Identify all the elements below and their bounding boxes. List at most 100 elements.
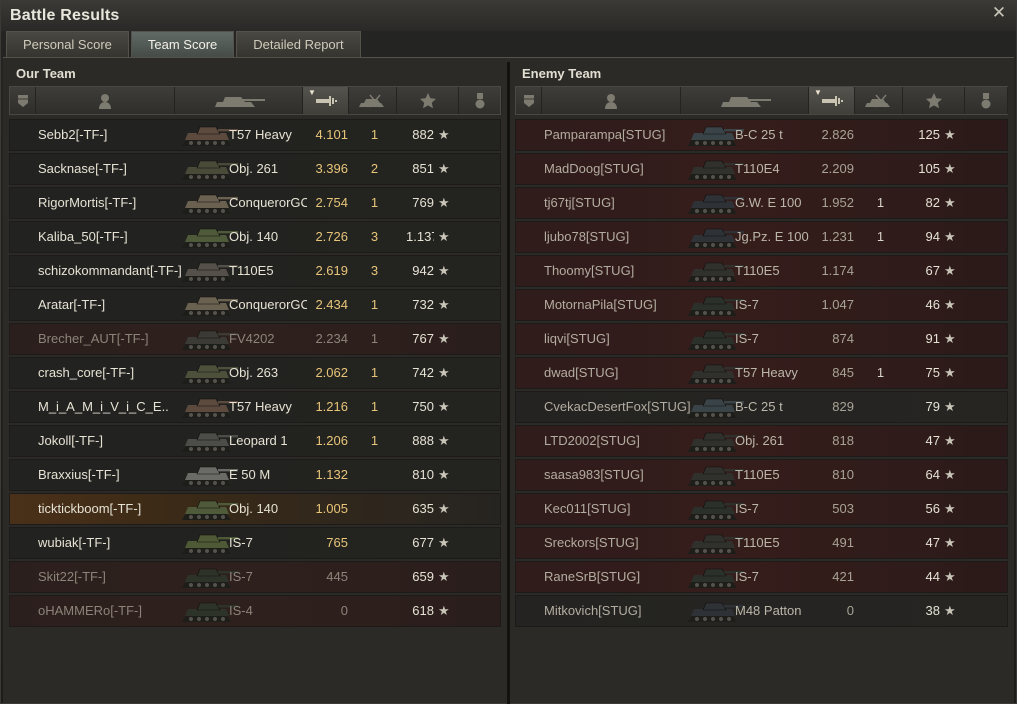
player-row[interactable]: ljubo78[STUG] Jg.Pz. E 100 1.231 1 94 ★: [515, 221, 1008, 253]
player-row[interactable]: liqvi[STUG] IS-7 874 91 ★: [515, 323, 1008, 355]
player-row[interactable]: RaneSrB[STUG] IS-7 421 44 ★: [515, 561, 1008, 593]
column-header-platoon[interactable]: [516, 87, 542, 114]
xp-star-icon: ★: [438, 399, 450, 414]
player-row[interactable]: crash_core[-TF-] Obj. 263 2.062 1 742 ★: [9, 357, 501, 389]
damage-value: 1.005: [315, 501, 348, 516]
player-row[interactable]: Sreckors[STUG] T110E5 491 47 ★: [515, 527, 1008, 559]
player-row[interactable]: CvekacDesertFox[STUG] B-C 25 t 829 79 ★: [515, 391, 1008, 423]
vehicle-name: IS-7: [735, 297, 759, 312]
player-row[interactable]: ticktickboom[-TF-] Obj. 140 1.005 635 ★: [9, 493, 501, 525]
player-row[interactable]: MotornaPila[STUG] IS-7 1.047 46 ★: [515, 289, 1008, 321]
player-row[interactable]: MadDoog[STUG] T110E4 2.209 105 ★: [515, 153, 1008, 185]
kills-value: 1: [370, 433, 379, 448]
player-row[interactable]: schizokommandant[-TF-] T110E5 2.619 3 942 ★: [9, 255, 501, 287]
player-row[interactable]: Brecher_AUT[-TF-] FV4202 2.234 1 767 ★: [9, 323, 501, 355]
player-row[interactable]: tj67tj[STUG] G.W. E 100 1.952 1 82 ★: [515, 187, 1008, 219]
player-row[interactable]: M_i_A_M_i_V_i_C_E.. T57 Heavy 1.216 1 750 ★: [9, 391, 501, 423]
xp-value: 750: [412, 399, 434, 414]
close-icon[interactable]: ✕: [990, 4, 1008, 22]
column-header-player[interactable]: [36, 87, 175, 114]
xp-value: 79: [925, 399, 940, 414]
xp-star-icon: ★: [944, 297, 956, 312]
tab-personal-score[interactable]: Personal Score: [6, 31, 129, 57]
player-row[interactable]: Braxxius[-TF-] E 50 M 1.132 810 ★: [9, 459, 501, 491]
column-header-vehicle[interactable]: [681, 87, 809, 114]
player-name: Sreckors[STUG]: [544, 535, 639, 550]
kills-value: [367, 494, 382, 524]
kills-value: 1: [876, 365, 885, 380]
xp-star-icon: ★: [944, 365, 956, 380]
column-header-damage[interactable]: ▼: [303, 87, 349, 114]
damage-value: 2.619: [315, 263, 348, 278]
player-row[interactable]: Thoomy[STUG] T110E5 1.174 67 ★: [515, 255, 1008, 287]
player-name: liqvi[STUG]: [544, 331, 610, 346]
player-row[interactable]: saasa983[STUG] T110E5 810 64 ★: [515, 459, 1008, 491]
vehicle-name: T57 Heavy: [735, 365, 798, 380]
player-row[interactable]: dwad[STUG] T57 Heavy 845 1 75 ★: [515, 357, 1008, 389]
player-row[interactable]: Kaliba_50[-TF-] Obj. 140 2.726 3 1.137 ★: [9, 221, 501, 253]
damage-value: 1.047: [821, 297, 854, 312]
window-title: Battle Results: [10, 7, 120, 24]
xp-star-icon: [925, 92, 943, 110]
column-header-xp-star[interactable]: [903, 87, 965, 114]
damage-value: 2.826: [821, 127, 854, 142]
player-row[interactable]: Skit22[-TF-] IS-7 445 659 ★: [9, 561, 501, 593]
player-row[interactable]: Sacknase[-TF-] Obj. 261 3.396 2 851 ★: [9, 153, 501, 185]
xp-value: 677: [412, 535, 434, 550]
column-header-player[interactable]: [542, 87, 681, 114]
player-row[interactable]: Aratar[-TF-] ConquerorGC 2.434 1 732 ★: [9, 289, 501, 321]
column-header-damage[interactable]: ▼: [809, 87, 855, 114]
player-row[interactable]: Jokoll[-TF-] Leopard 1 1.206 1 888 ★: [9, 425, 501, 457]
xp-star-icon: ★: [944, 195, 956, 210]
tab-detailed-report[interactable]: Detailed Report: [236, 31, 361, 57]
player-row[interactable]: Sebb2[-TF-] T57 Heavy 4.101 1 882 ★: [9, 119, 501, 151]
xp-value: 851: [412, 161, 434, 176]
column-header-kills[interactable]: [855, 87, 903, 114]
player-name: RigorMortis[-TF-]: [38, 195, 137, 210]
tab-team-score[interactable]: Team Score: [130, 31, 235, 57]
xp-value: 56: [925, 501, 940, 516]
player-name: Mitkovich[STUG]: [544, 603, 642, 618]
battle-results-window: Battle Results ✕ Personal Score Team Sco…: [0, 0, 1017, 704]
vehicle-icon: [717, 93, 773, 109]
player-row[interactable]: Pamparampa[STUG] B-C 25 t 2.826 125 ★: [515, 119, 1008, 151]
column-header-medal[interactable]: [965, 87, 1008, 114]
damage-value: 2.754: [315, 195, 348, 210]
column-header-vehicle[interactable]: [175, 87, 303, 114]
xp-star-icon: ★: [944, 127, 956, 142]
player-row[interactable]: RigorMortis[-TF-] ConquerorGC 2.754 1 769 ★: [9, 187, 501, 219]
damage-value: 810: [832, 467, 854, 482]
column-header-kills[interactable]: [349, 87, 397, 114]
damage-value: 2.726: [315, 229, 348, 244]
kills-value: 1: [370, 127, 379, 142]
damage-value: 2.434: [315, 297, 348, 312]
column-header-medal[interactable]: [459, 87, 502, 114]
sort-desc-icon: ▼: [308, 88, 316, 97]
player-name: crash_core[-TF-]: [38, 365, 135, 380]
player-row[interactable]: oHAMMERo[-TF-] IS-4 0 618 ★: [9, 595, 501, 627]
player-row[interactable]: Mitkovich[STUG] M48 Patton 0 38 ★: [515, 595, 1008, 627]
damage-value: 1.231: [821, 229, 854, 244]
player-row[interactable]: wubiak[-TF-] IS-7 765 677 ★: [9, 527, 501, 559]
player-row[interactable]: LTD2002[STUG] Obj. 261 818 47 ★: [515, 425, 1008, 457]
kills-value: [873, 120, 888, 150]
player-name: LTD2002[STUG]: [544, 433, 640, 448]
kills-value: 1: [370, 399, 379, 414]
player-icon: [604, 93, 618, 109]
player-name: ljubo78[STUG]: [544, 229, 630, 244]
xp-star-icon: ★: [438, 501, 450, 516]
xp-value: 47: [925, 535, 940, 550]
kills-value: 1: [876, 229, 885, 244]
damage-value: 2.062: [315, 365, 348, 380]
kills-value: 1: [370, 195, 379, 210]
column-header-platoon[interactable]: [10, 87, 36, 114]
damage-value: 874: [832, 331, 854, 346]
xp-star-icon: ★: [438, 569, 450, 584]
kills-value: [873, 460, 888, 490]
kills-value: [367, 528, 382, 558]
player-row[interactable]: Kec011[STUG] IS-7 503 56 ★: [515, 493, 1008, 525]
vehicle-name: IS-7: [735, 569, 759, 584]
vehicle-icon: [211, 93, 267, 109]
column-header-xp-star[interactable]: [397, 87, 459, 114]
xp-value: 46: [925, 297, 940, 312]
